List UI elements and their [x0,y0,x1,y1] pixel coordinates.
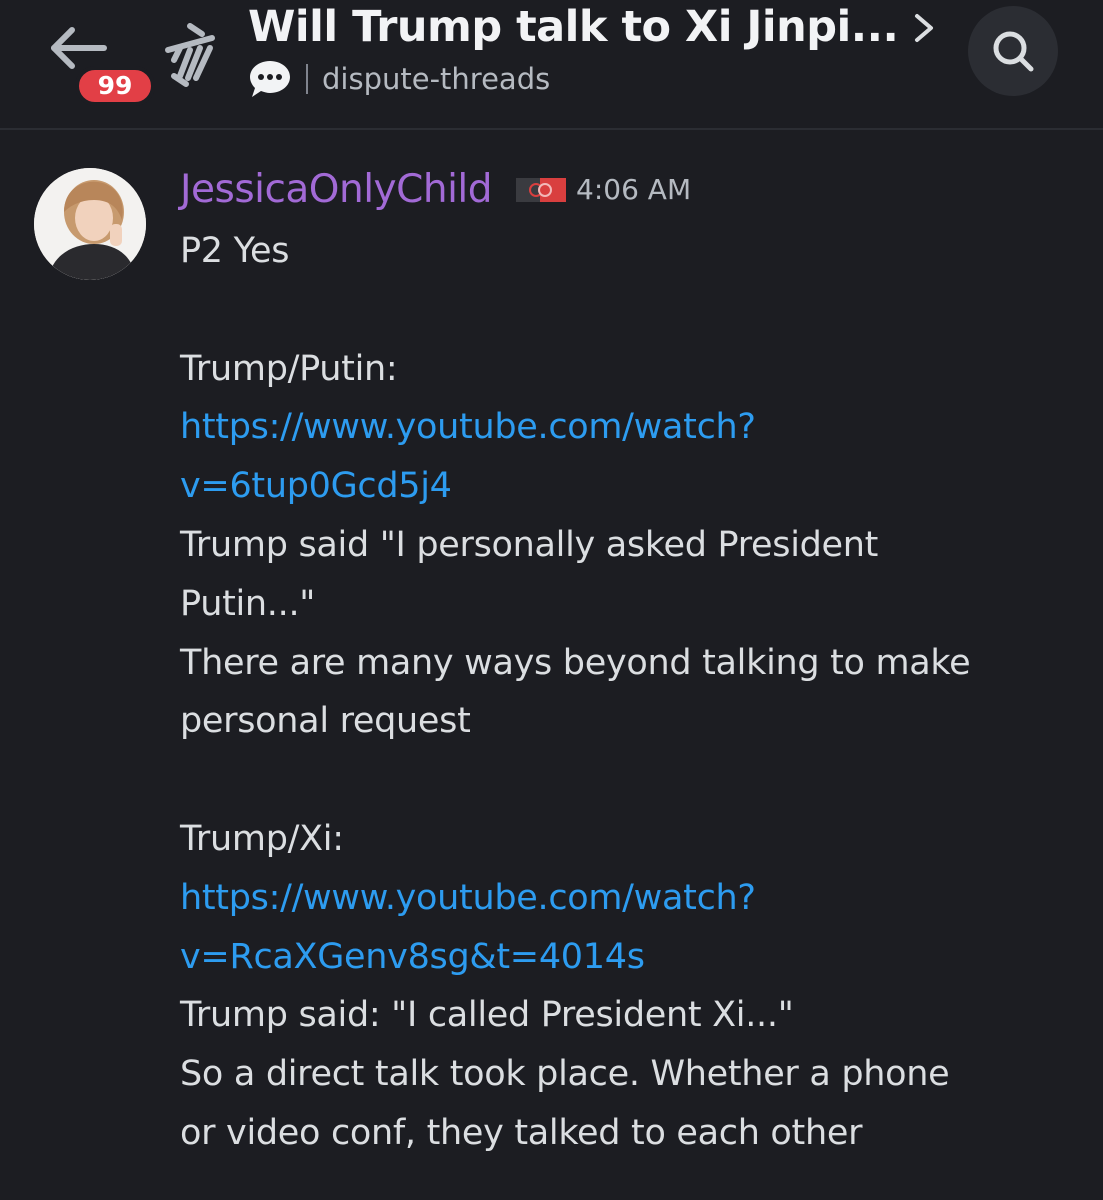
message-line: Trump/Xi: [180,818,344,859]
message-line: So a direct talk took place. Whether a p… [180,1054,950,1095]
header-divider [0,128,1103,130]
channel-breadcrumb: dispute-threads [248,57,550,101]
avatar[interactable] [34,168,146,280]
channel-name[interactable]: dispute-threads [322,59,550,99]
thread-title[interactable]: Will Trump talk to Xi Jinpi... [248,2,899,52]
thread-header: 99 Will Trump talk to Xi Jinpi... disput… [0,0,1103,128]
message-body: P2 Yes Trump/Putin: https://www.youtube.co… [180,222,1080,1163]
thread-icon [165,23,215,87]
message-line: personal request [180,701,471,742]
breadcrumb-separator [306,64,308,94]
chevron-right-icon[interactable] [905,8,941,48]
message-line: There are many ways beyond talking to ma… [180,642,971,683]
message-line: Trump said: "I called President Xi..." [180,995,794,1036]
search-icon [993,31,1034,72]
username[interactable]: JessicaOnlyChild [180,164,493,216]
search-button[interactable] [968,6,1058,96]
message-line: Trump said "I personally asked President [180,524,879,565]
message-link[interactable]: https://www.youtube.com/watch? [180,398,1080,457]
role-tag-icon [516,178,567,202]
message-line: P2 Yes [180,231,290,271]
message-link[interactable]: v=RcaXGenv8sg&t=4014s [180,928,1080,987]
unread-badge: 99 [75,66,155,106]
speech-bubble-icon [250,61,290,97]
message-line: Trump/Putin: [180,348,398,389]
message-header: JessicaOnlyChild 4:06 AM [180,162,691,218]
message-timestamp: 4:06 AM [576,173,692,206]
message-line: or video conf, they talked to each other [180,1112,863,1153]
message-link[interactable]: https://www.youtube.com/watch? [180,869,1080,928]
message-link[interactable]: v=6tup0Gcd5j4 [180,457,1080,516]
message-line: Putin..." [180,583,316,624]
